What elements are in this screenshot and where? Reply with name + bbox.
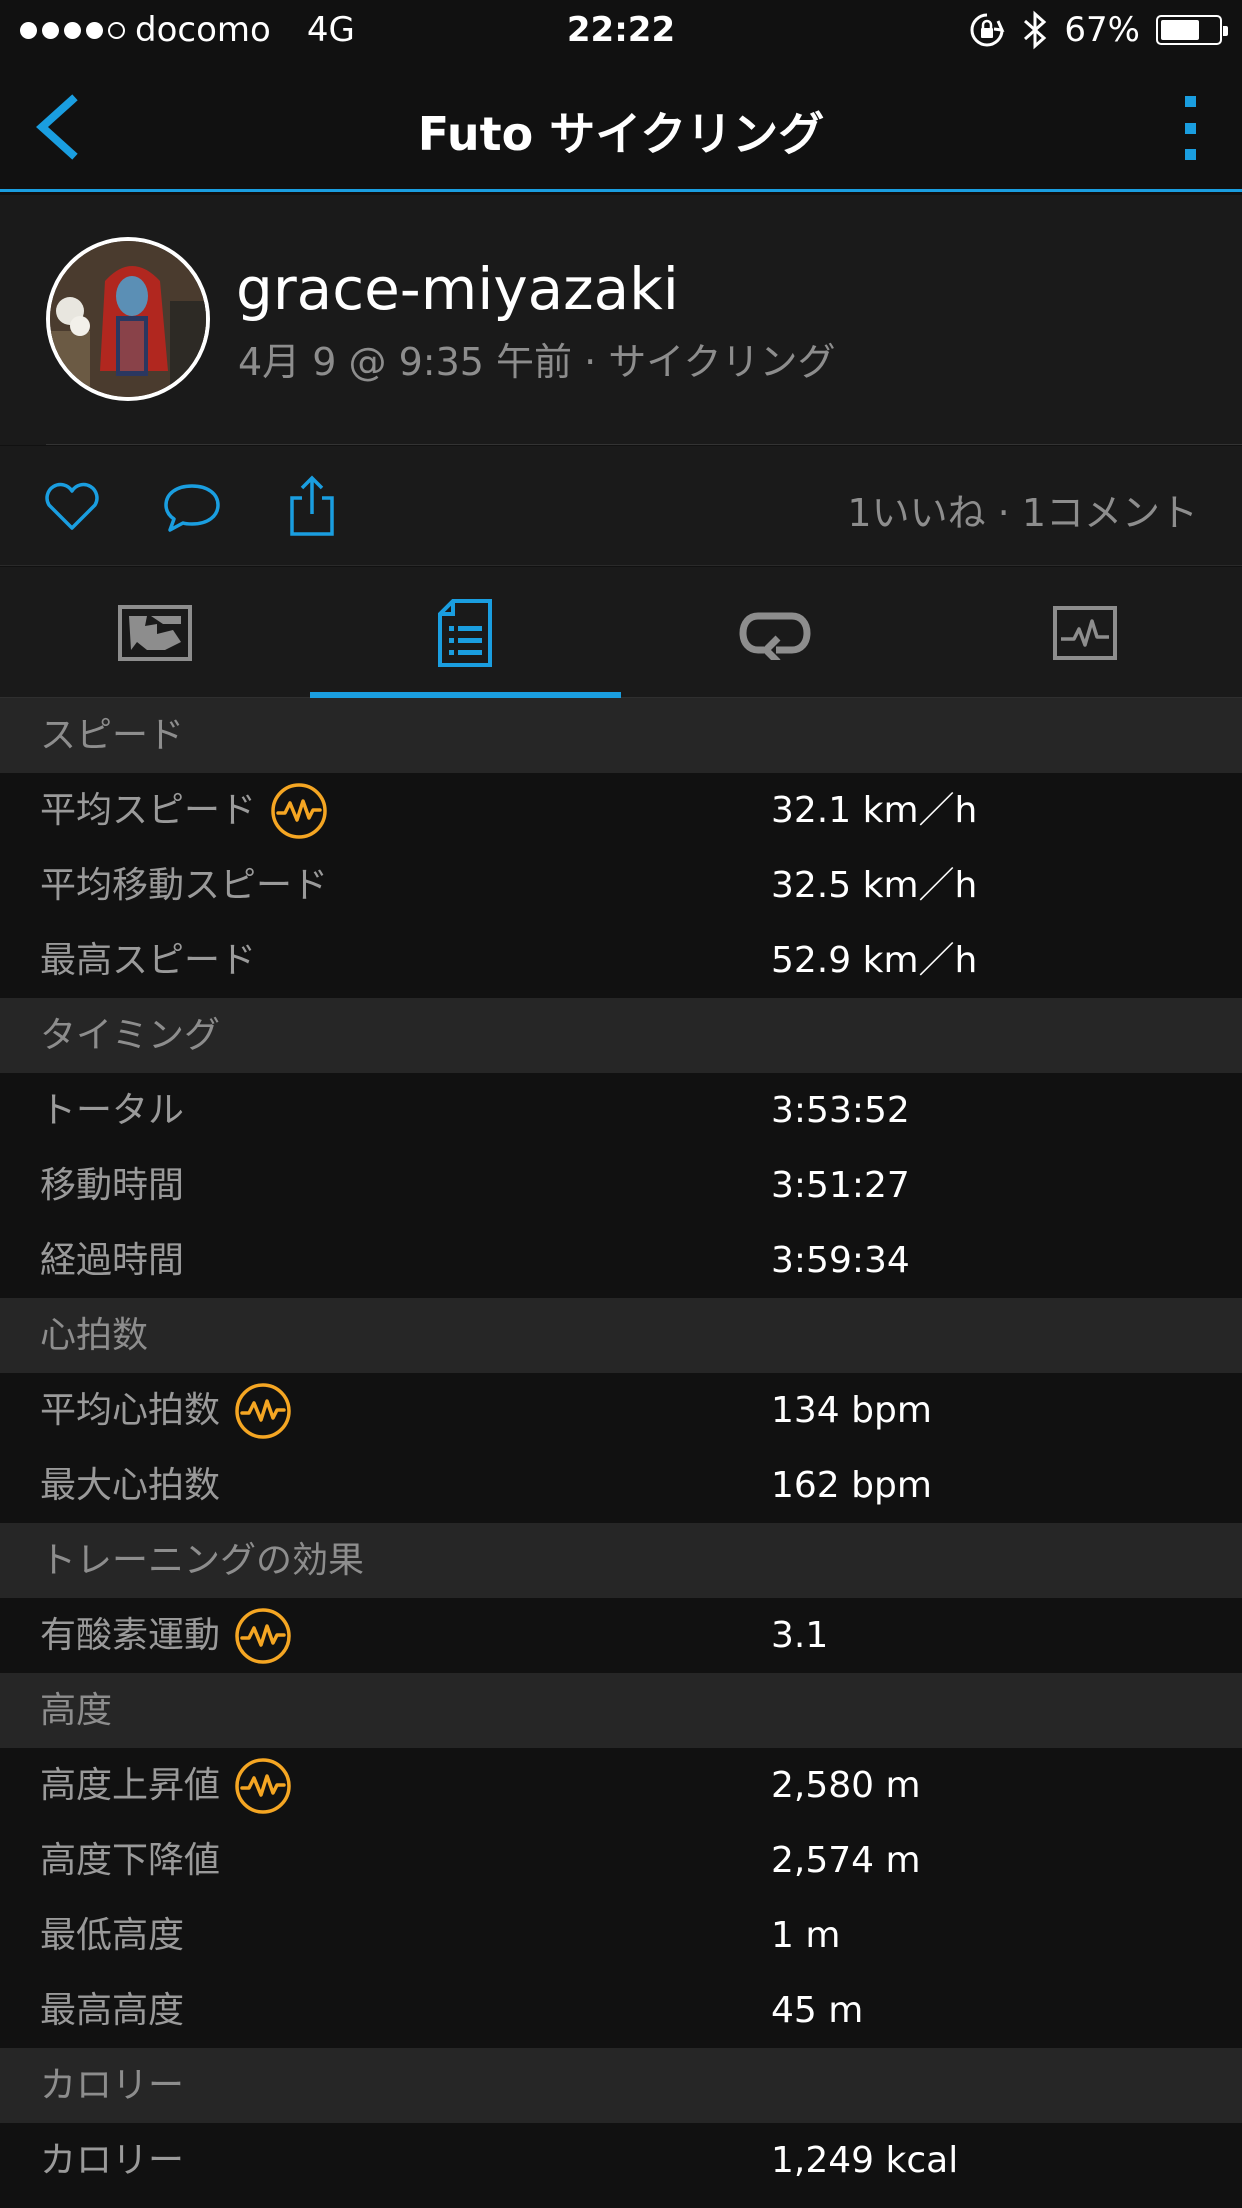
social-actions: 1いいね · 1コメント	[0, 446, 1242, 566]
avatar-image	[50, 241, 206, 397]
stat-row[interactable]: 平均スピード 32.1 km／h	[0, 773, 1242, 848]
chart-icon	[1053, 605, 1117, 660]
activity-tabs	[0, 567, 1242, 698]
details-icon	[438, 598, 492, 667]
battery-icon	[1156, 15, 1228, 45]
stat-label: 有酸素運動	[40, 1598, 292, 1673]
stat-row[interactable]: 高度下降値 2,574 m	[0, 1823, 1242, 1898]
stat-row[interactable]: 最高スピード 52.9 km／h	[0, 923, 1242, 998]
stat-value: 3:59:34	[771, 1240, 910, 1281]
stat-row[interactable]: 平均移動スピード 32.5 km／h	[0, 848, 1242, 923]
tab-map[interactable]	[0, 567, 310, 698]
tab-laps[interactable]	[620, 567, 930, 698]
stat-label: 平均スピード	[40, 773, 328, 848]
status-bar: docomo 4G 22:22 67%	[0, 0, 1242, 62]
battery-level	[1161, 20, 1199, 40]
tab-chart[interactable]	[930, 567, 1240, 698]
stat-value: 1 m	[771, 1915, 841, 1956]
stat-value: 3:51:27	[771, 1165, 910, 1206]
stat-row[interactable]: 最高高度 45 m	[0, 1973, 1242, 2048]
avatar[interactable]	[46, 237, 210, 401]
stat-label: カロリー	[40, 2140, 185, 2181]
stat-label: 経過時間	[40, 1240, 185, 1281]
stat-label: トータル	[40, 1090, 185, 1131]
more-vertical-icon[interactable]	[1178, 96, 1202, 160]
stat-value: 45 m	[771, 1990, 864, 2031]
section-calories: カロリー	[0, 2048, 1242, 2123]
stat-row[interactable]: カロリー 1,249 kcal	[0, 2123, 1242, 2198]
activity-stats: スピード 平均スピード 32.1 km／h 平均移動スピード 32.5 km／h…	[0, 698, 1242, 2198]
tab-details[interactable]	[310, 567, 620, 698]
section-training-effect: トレーニングの効果	[0, 1523, 1242, 1598]
nav-bar: Futo サイクリング	[0, 62, 1242, 192]
stat-label: 最高高度	[40, 1990, 185, 2031]
stat-label: 最高スピード	[40, 940, 257, 981]
stat-label: 平均移動スピード	[40, 865, 329, 906]
map-icon	[118, 604, 192, 661]
section-elevation: 高度	[0, 1673, 1242, 1748]
status-bar-right: 67%	[968, 10, 1228, 50]
stat-value: 2,580 m	[771, 1765, 921, 1806]
activity-header: grace-miyazaki 4月 9 @ 9:35 午前 · サイクリング	[0, 195, 1242, 445]
stat-row[interactable]: 最低高度 1 m	[0, 1898, 1242, 1973]
stat-label: 高度下降値	[40, 1840, 221, 1881]
stat-row[interactable]: 最大心拍数 162 bpm	[0, 1448, 1242, 1523]
stat-value: 3.1	[771, 1615, 829, 1656]
stat-value: 52.9 km／h	[771, 940, 978, 981]
divider	[46, 444, 1242, 445]
comment-icon[interactable]	[160, 474, 224, 538]
stat-label: 移動時間	[40, 1165, 185, 1206]
stat-label: 最低高度	[40, 1915, 185, 1956]
stat-value: 162 bpm	[771, 1465, 932, 1506]
stat-row[interactable]: 経過時間 3:59:34	[0, 1223, 1242, 1298]
activity-subtitle: 4月 9 @ 9:35 午前 · サイクリング	[238, 340, 836, 384]
training-effect-icon	[271, 782, 327, 839]
battery-percent: 67%	[1064, 10, 1140, 50]
stat-value: 32.5 km／h	[771, 865, 978, 906]
heart-icon[interactable]	[40, 474, 104, 538]
training-effect-icon	[235, 1757, 291, 1814]
stat-row[interactable]: 移動時間 3:51:27	[0, 1148, 1242, 1223]
section-timing: タイミング	[0, 998, 1242, 1073]
stat-row[interactable]: 平均心拍数 134 bpm	[0, 1373, 1242, 1448]
stat-label: 平均心拍数	[40, 1373, 292, 1448]
stat-row[interactable]: 有酸素運動 3.1	[0, 1598, 1242, 1673]
stat-value: 2,574 m	[771, 1840, 921, 1881]
stat-value: 3:53:52	[771, 1090, 910, 1131]
page-title: Futo サイクリング	[417, 107, 825, 161]
stat-row[interactable]: 高度上昇値 2,580 m	[0, 1748, 1242, 1823]
training-effect-icon	[235, 1382, 291, 1439]
laps-icon	[739, 612, 811, 660]
stat-value: 1,249 kcal	[771, 2140, 959, 2181]
stat-value: 32.1 km／h	[771, 790, 978, 831]
likes-comments-count[interactable]: 1いいね · 1コメント	[847, 482, 1198, 537]
section-speed: スピード	[0, 698, 1242, 773]
stat-label: 高度上昇値	[40, 1748, 292, 1823]
share-icon[interactable]	[280, 474, 344, 538]
rotation-lock-icon	[970, 13, 1005, 47]
bluetooth-icon	[1024, 10, 1047, 50]
section-heart-rate: 心拍数	[0, 1298, 1242, 1373]
username[interactable]: grace-miyazaki	[236, 255, 679, 323]
stat-label: 最大心拍数	[40, 1465, 221, 1506]
training-effect-icon	[235, 1607, 291, 1664]
stat-row[interactable]: トータル 3:53:52	[0, 1073, 1242, 1148]
stat-value: 134 bpm	[771, 1390, 932, 1431]
